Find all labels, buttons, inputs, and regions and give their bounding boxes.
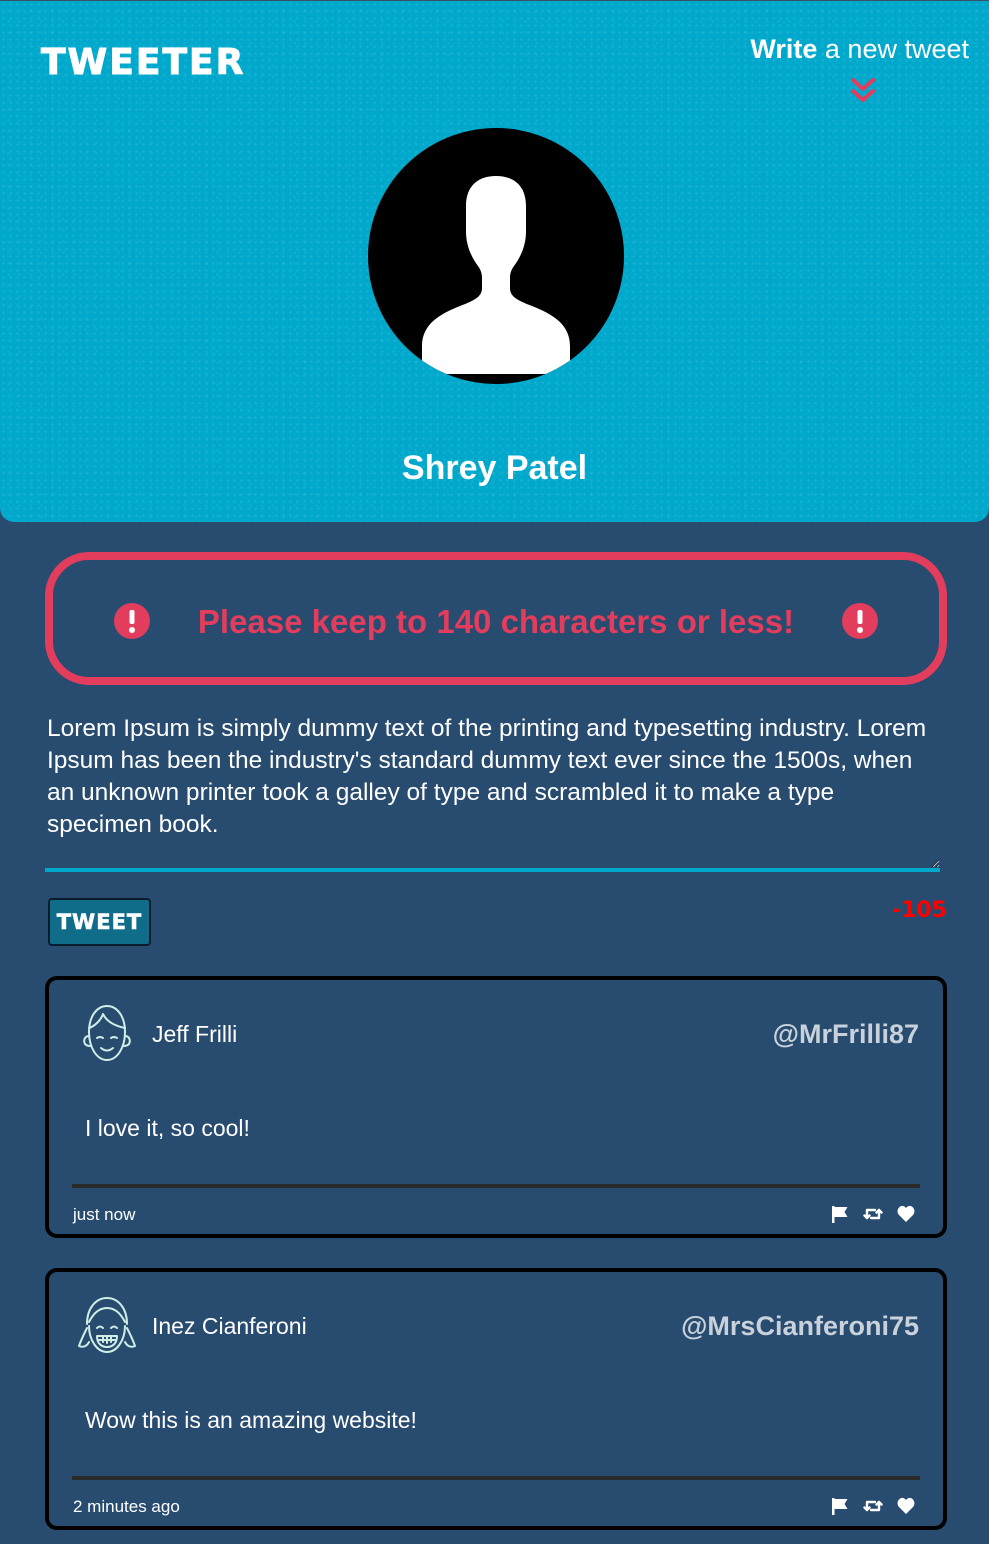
user-silhouette-icon (422, 176, 570, 374)
boy-face-icon (83, 1005, 131, 1061)
tweet-divider (72, 1184, 920, 1188)
tweet-author-handle: @MrFrilli87 (772, 1019, 919, 1049)
profile-name: Shrey Patel (401, 449, 588, 487)
tweet-timestamp: just now (73, 1205, 136, 1224)
tweet-text-input[interactable]: Lorem Ipsum is simply dummy text of the … (45, 709, 940, 872)
retweet-icon[interactable] (863, 1496, 883, 1516)
exclamation-circle-icon (842, 603, 878, 639)
character-counter: -105 (891, 898, 947, 923)
tweet-author-handle: @MrsCianferoni75 (681, 1311, 919, 1341)
tweet-actions (830, 1204, 916, 1224)
tweet-card: Inez Cianferoni @MrsCianferoni75 Wow thi… (45, 1268, 947, 1530)
retweet-icon[interactable] (863, 1204, 883, 1224)
error-message: Please keep to 140 characters or less! (197, 603, 795, 640)
tweet-button[interactable]: TWEET (48, 898, 151, 946)
error-banner: Please keep to 140 characters or less! (45, 552, 947, 685)
write-new-tweet-rest: a new tweet (824, 34, 969, 64)
profile-header: TWEETER Write a new tweet Shrey Patel (0, 0, 989, 522)
tweet-author-name: Jeff Frilli (152, 1021, 238, 1047)
tweet-body: I love it, so cool! (85, 1115, 250, 1141)
double-chevron-down-icon[interactable] (850, 77, 876, 105)
tweet-author-name: Inez Cianferoni (152, 1313, 307, 1339)
tweet-timestamp: 2 minutes ago (73, 1497, 180, 1516)
write-new-tweet-link[interactable]: Write a new tweet (739, 33, 969, 102)
tweet-body: Wow this is an amazing website! (85, 1407, 417, 1433)
write-new-tweet-label: Write a new tweet (739, 33, 969, 65)
tweet-card: Jeff Frilli @MrFrilli87 I love it, so co… (45, 976, 947, 1238)
heart-icon[interactable] (896, 1204, 916, 1224)
flag-icon[interactable] (830, 1204, 850, 1224)
heart-icon[interactable] (896, 1496, 916, 1516)
brand-logo: TWEETER (40, 42, 246, 84)
tweet-actions (830, 1496, 916, 1516)
tweet-divider (72, 1476, 920, 1480)
girl-face-icon (78, 1297, 136, 1353)
write-new-tweet-strong: Write (750, 34, 818, 64)
profile-avatar (368, 128, 624, 384)
flag-icon[interactable] (830, 1496, 850, 1516)
